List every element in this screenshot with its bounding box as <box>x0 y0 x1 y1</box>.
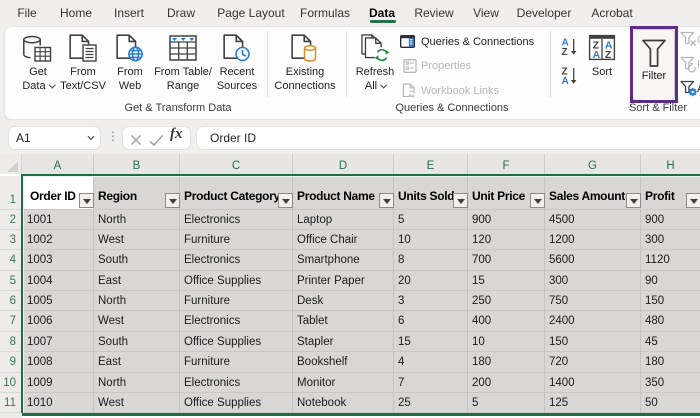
svg-text:Z: Z <box>562 47 568 56</box>
svg-text:Z: Z <box>605 49 612 61</box>
svg-text:A: A <box>593 49 601 61</box>
svg-text:A: A <box>562 76 569 85</box>
